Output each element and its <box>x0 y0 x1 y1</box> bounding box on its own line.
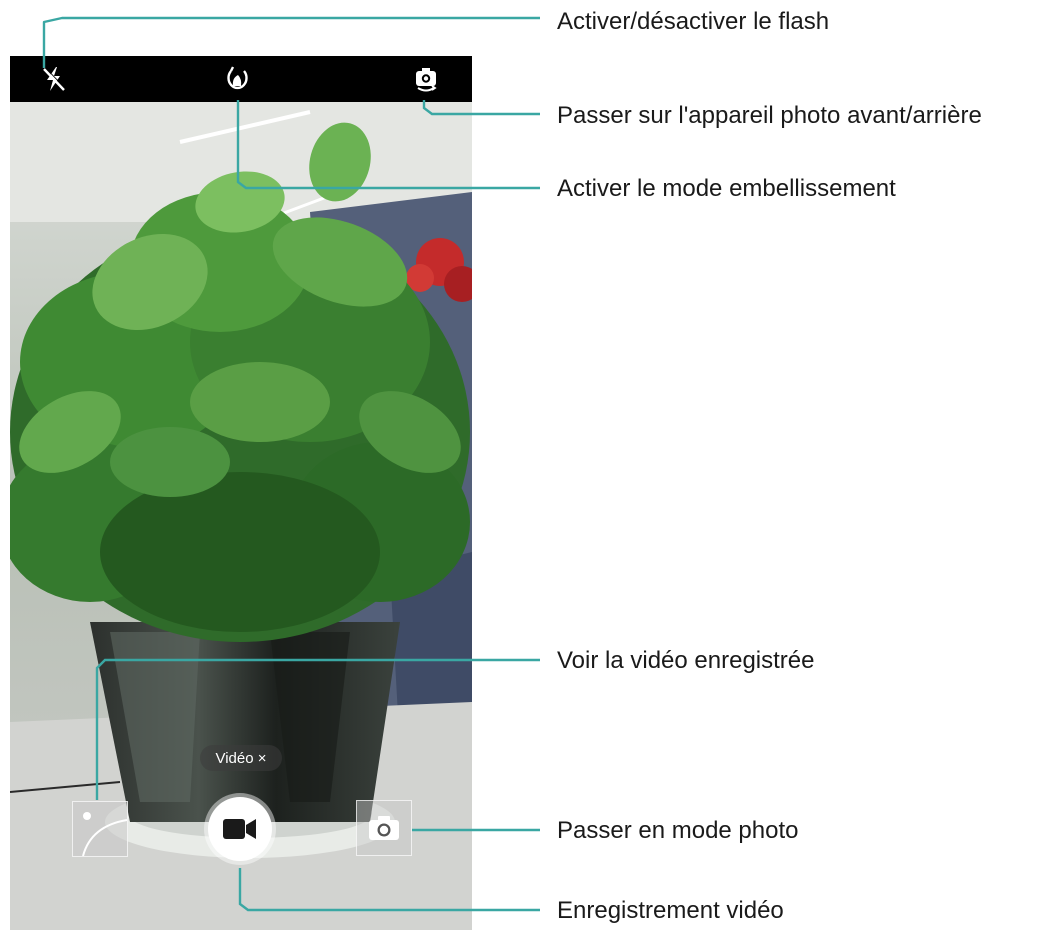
callout-beauty: Activer le mode embellissement <box>557 175 896 202</box>
callout-flash: Activer/désactiver le flash <box>557 8 830 35</box>
callout-switch-camera: Passer sur l'appareil photo avant/arrièr… <box>557 102 982 129</box>
photo-mode-button[interactable] <box>356 800 412 856</box>
gallery-icon <box>82 812 128 857</box>
video-mode-chip[interactable]: Vidéo × <box>200 745 282 771</box>
flash-off-icon[interactable] <box>38 64 70 94</box>
video-camera-icon <box>223 819 256 839</box>
callout-view-video: Voir la vidéo enregistrée <box>557 647 815 674</box>
switch-camera-icon[interactable] <box>410 64 442 94</box>
callout-record: Enregistrement vidéo <box>557 897 784 924</box>
camera-icon <box>369 816 399 840</box>
camera-screen: Vidéo × <box>10 56 472 930</box>
camera-top-bar <box>10 56 472 102</box>
beauty-icon[interactable] <box>221 64 253 94</box>
callout-photo-mode: Passer en mode photo <box>557 817 799 844</box>
gallery-thumbnail[interactable] <box>72 801 128 857</box>
record-button[interactable] <box>208 797 272 861</box>
annotated-screenshot: Vidéo × Activer/désactiver le flash Pass… <box>0 0 1055 930</box>
